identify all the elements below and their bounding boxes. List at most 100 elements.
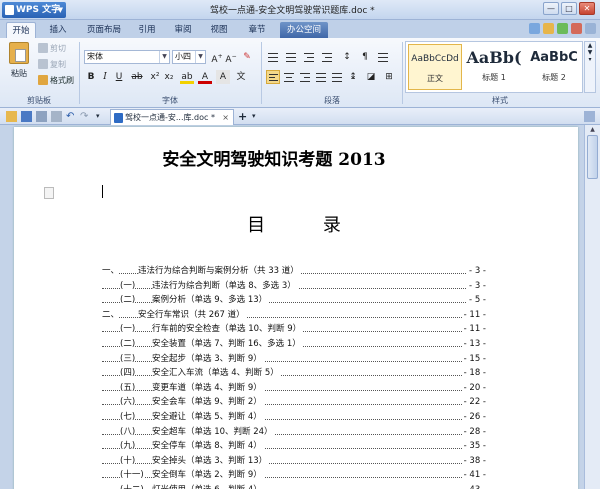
print-preview-icon[interactable] bbox=[51, 111, 62, 122]
copy-button[interactable]: 复制 bbox=[38, 58, 66, 72]
font-name-select[interactable]: 宋体 ▼ bbox=[84, 50, 170, 64]
wps-logo-icon bbox=[5, 5, 14, 15]
font-color-icon[interactable]: A bbox=[198, 70, 212, 84]
toc-entry[interactable]: (五) 变更车道（单选 4、判断 9） - 20 - bbox=[102, 381, 486, 395]
toc-entry[interactable]: (一) 违法行为综合判断（单选 8、多选 3） - 3 - bbox=[102, 279, 486, 293]
help-icon[interactable] bbox=[543, 23, 554, 34]
close-button[interactable]: ✕ bbox=[579, 2, 595, 15]
tab-review[interactable]: 审阅 bbox=[168, 22, 198, 38]
document-tab[interactable]: 驾校一点通-安...库.doc * × bbox=[110, 109, 234, 125]
underline-icon[interactable]: U bbox=[112, 70, 126, 84]
increase-indent-icon[interactable] bbox=[320, 50, 334, 64]
document-page[interactable]: 安全文明驾驶知识考题 2013 目 录 一、 违法行为综合判断与案例分析（共 33… bbox=[14, 127, 578, 489]
strikethrough-icon[interactable]: ab bbox=[130, 70, 144, 84]
toc-entry[interactable]: (四) 安全汇入车流（单选 4、判断 5） - 18 - bbox=[102, 367, 486, 381]
numbering-icon[interactable] bbox=[284, 50, 298, 64]
tab-page-layout[interactable]: 页面布局 bbox=[82, 22, 126, 38]
style-heading-1[interactable]: AaBb( 标题 1 bbox=[466, 44, 522, 90]
toc-entry[interactable]: (九) 安全停车（单选 8、判断 4） - 35 - bbox=[102, 440, 486, 454]
tab-menu-icon[interactable]: ▾ bbox=[252, 111, 263, 122]
app-menu-button[interactable]: WPS 文字 ▼ bbox=[2, 2, 66, 18]
scroll-up-icon[interactable]: ▲ bbox=[587, 126, 598, 134]
ribbon-collapse-icon[interactable] bbox=[585, 23, 596, 34]
toc-entry[interactable]: (七) 安全避让（单选 5、判断 4） - 26 - bbox=[102, 411, 486, 424]
skin-icon[interactable] bbox=[529, 23, 540, 34]
tab-view[interactable]: 视图 bbox=[204, 22, 234, 38]
toc-entry[interactable]: (二) 安全装置（单选 7、判断 16、多选 1） - 13 - bbox=[102, 338, 486, 351]
borders-icon[interactable]: ⊞ bbox=[382, 70, 396, 84]
toc-entry[interactable]: (八) 安全超车（单选 10、判断 24） - 28 - bbox=[102, 425, 486, 439]
panel-toggle-icon[interactable] bbox=[584, 111, 595, 122]
toc-entry[interactable]: (二) 案例分析（单选 9、多选 13） - 5 - bbox=[102, 294, 486, 308]
save-icon[interactable] bbox=[21, 111, 32, 122]
char-border-icon[interactable]: 文 bbox=[234, 70, 248, 84]
scrollbar-thumb[interactable] bbox=[587, 135, 598, 179]
style-normal-name: 正文 bbox=[427, 74, 443, 83]
char-shading-icon[interactable]: A bbox=[216, 70, 230, 84]
style-heading-2[interactable]: AaBbC 标题 2 bbox=[526, 44, 582, 90]
undo-icon[interactable]: ↶ bbox=[66, 111, 77, 122]
window-title: 驾校一点通-安全文明驾驶常识题库.doc * bbox=[210, 6, 375, 16]
maximize-button[interactable]: □ bbox=[561, 2, 577, 15]
clear-format-icon[interactable]: ✎ bbox=[240, 50, 254, 64]
toc-entry-label: 安全超车（单选 10、判断 24） bbox=[152, 425, 275, 439]
styles-scroll[interactable]: ▲ ▼ ▾ bbox=[584, 41, 596, 93]
redo-icon[interactable]: ↷ bbox=[80, 111, 91, 122]
vertical-scrollbar[interactable]: ▲ bbox=[584, 125, 600, 489]
close-tab-icon[interactable]: × bbox=[222, 110, 229, 125]
superscript-icon[interactable]: x² bbox=[148, 70, 162, 84]
show-marks-icon[interactable]: ¶ bbox=[358, 50, 372, 64]
toc-entry[interactable]: (十) 安全掉头（单选 3、判断 13） - 38 - bbox=[102, 454, 486, 468]
open-icon[interactable] bbox=[6, 111, 17, 122]
toc-entry[interactable]: (十一) 安全倒车（单选 2、判断 9） - 41 - bbox=[102, 469, 486, 483]
tab-chapter[interactable]: 章节 bbox=[240, 22, 274, 38]
shrink-font-icon[interactable]: A− bbox=[224, 50, 238, 65]
toc-entry[interactable]: 二、 安全行车常识（共 267 道） - 11 - bbox=[102, 308, 486, 322]
justify-icon[interactable] bbox=[314, 70, 328, 84]
update-icon[interactable] bbox=[557, 23, 568, 34]
tab-insert[interactable]: 插入 bbox=[42, 22, 74, 38]
quick-access-more-icon[interactable]: ▾ bbox=[96, 111, 107, 122]
shading-icon[interactable]: ◪ bbox=[364, 70, 378, 84]
tab-references[interactable]: 引用 bbox=[132, 22, 162, 38]
cut-button[interactable]: 剪切 bbox=[38, 42, 66, 56]
toc-entry-page: - 28 - bbox=[461, 425, 486, 439]
style-normal-sample: AaBbCcDd bbox=[411, 54, 459, 64]
tab-home[interactable]: 开始 bbox=[6, 22, 36, 38]
ribbon-panel: 粘贴 剪切 复制 格式刷 剪贴板 宋体 ▼ 小四 ▼ A+ A− ✎ B I U a… bbox=[0, 38, 600, 108]
sort-icon[interactable]: ↕ bbox=[340, 50, 354, 64]
align-left-icon[interactable] bbox=[266, 70, 280, 84]
text-cursor bbox=[102, 185, 103, 198]
toc-entry-number: (八) bbox=[120, 425, 136, 439]
toc-entry[interactable]: (六) 安全会车（单选 9、判断 2） - 22 - bbox=[102, 396, 486, 410]
format-painter-button[interactable]: 格式刷 bbox=[38, 74, 74, 88]
minimize-button[interactable]: — bbox=[543, 2, 559, 15]
grow-font-icon[interactable]: A+ bbox=[210, 50, 224, 65]
font-size-select[interactable]: 小四 ▼ bbox=[172, 50, 206, 64]
new-tab-icon[interactable]: + bbox=[238, 111, 249, 122]
italic-icon[interactable]: I bbox=[98, 70, 112, 84]
align-right-icon[interactable] bbox=[298, 70, 312, 84]
subscript-icon[interactable]: x₂ bbox=[162, 70, 176, 84]
toc-entry[interactable]: (三) 安全起步（单选 3、判断 9） - 15 - bbox=[102, 352, 486, 366]
line-spacing-icon[interactable]: ↨ bbox=[346, 70, 360, 84]
bullets-icon[interactable] bbox=[266, 50, 280, 64]
tab-office-space[interactable]: 办公空间 bbox=[280, 22, 328, 38]
toc-entry[interactable]: (一) 行车前的安全检查（单选 10、判断 9） - 11 - bbox=[102, 323, 486, 337]
distribute-icon[interactable] bbox=[330, 70, 344, 84]
print-icon[interactable] bbox=[36, 111, 47, 122]
toc-entry[interactable]: 一、 违法行为综合判断与案例分析（共 33 道） - 3 - bbox=[102, 265, 486, 278]
feedback-icon[interactable] bbox=[571, 23, 582, 34]
paste-button[interactable]: 粘贴 bbox=[6, 42, 32, 90]
decrease-indent-icon[interactable] bbox=[302, 50, 316, 64]
bold-icon[interactable]: B bbox=[84, 70, 98, 84]
toc-entry[interactable]: (十二) 灯光使用（单选 6、判断 4） - 43 - bbox=[102, 484, 486, 489]
highlight-icon[interactable]: ab bbox=[180, 70, 194, 84]
paste-icon bbox=[9, 42, 29, 64]
align-center-icon[interactable] bbox=[282, 70, 296, 84]
toc-entry-label: 安全掉头（单选 3、判断 13） bbox=[152, 454, 270, 468]
table-icon[interactable] bbox=[376, 50, 390, 64]
style-normal[interactable]: AaBbCcDd 正文 bbox=[408, 44, 462, 90]
format-painter-label: 格式刷 bbox=[50, 76, 74, 85]
toc-entry-page: - 13 - bbox=[461, 338, 486, 351]
